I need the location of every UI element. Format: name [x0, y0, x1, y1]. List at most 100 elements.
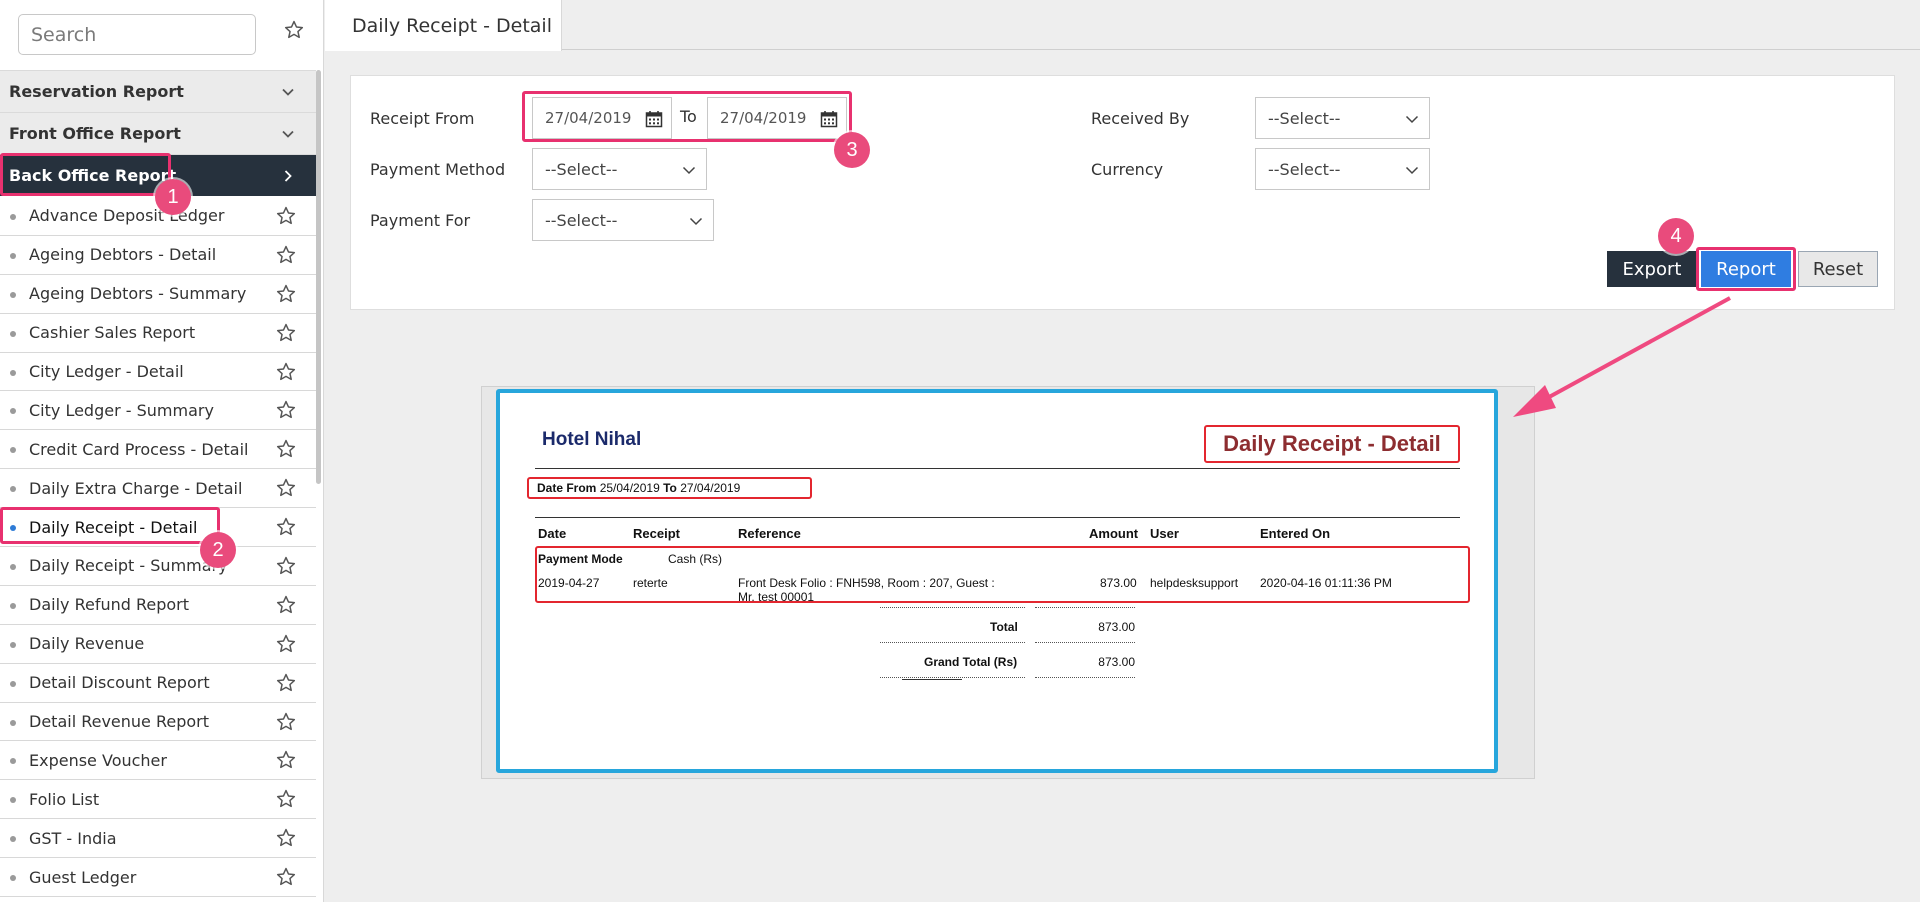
- divider: [1035, 642, 1135, 643]
- tab-daily-receipt-detail[interactable]: Daily Receipt - Detail: [325, 0, 562, 51]
- star-icon[interactable]: [283, 19, 305, 41]
- sidebar-item-credit-card-process-detail[interactable]: Credit Card Process - Detail: [0, 430, 316, 470]
- sidebar-item-ageing-debtors-summary[interactable]: Ageing Debtors - Summary: [0, 275, 316, 314]
- report-title: Daily Receipt - Detail: [1204, 425, 1460, 463]
- sidebar-item-label: Daily Refund Report: [29, 595, 190, 615]
- report-page: Hotel Nihal Daily Receipt - Detail Date …: [496, 389, 1498, 773]
- bullet-icon: [10, 719, 16, 726]
- sidebar-item-daily-receipt-summary[interactable]: Daily Receipt - Summary: [0, 547, 316, 586]
- section-front-office-report[interactable]: Front Office Report: [0, 112, 316, 154]
- highlight-date-range: [522, 91, 852, 142]
- star-icon[interactable]: [275, 205, 297, 227]
- star-icon[interactable]: [275, 361, 297, 383]
- bullet-icon: [10, 836, 16, 843]
- sidebar-item-cashier-sales-report[interactable]: Cashier Sales Report: [0, 314, 316, 353]
- star-icon[interactable]: [275, 438, 297, 460]
- row-receipt: reterte: [633, 576, 668, 590]
- currency-select[interactable]: --Select--: [1255, 148, 1430, 190]
- bullet-icon: [10, 486, 16, 493]
- sidebar-item-label: Ageing Debtors - Detail: [29, 245, 217, 265]
- star-icon[interactable]: [275, 672, 297, 694]
- report-date-to: 27/04/2019: [680, 481, 741, 495]
- bullet-icon: [10, 252, 16, 259]
- bullet-icon: [10, 564, 16, 571]
- bullet-icon: [10, 369, 16, 376]
- star-icon[interactable]: [275, 866, 297, 888]
- step-badge-3: 3: [834, 132, 870, 168]
- bullet-icon: [10, 758, 16, 765]
- sidebar-item-city-ledger-summary[interactable]: City Ledger - Summary: [0, 391, 316, 431]
- reset-button[interactable]: Reset: [1798, 251, 1878, 287]
- page-title: Daily Receipt - Detail: [352, 14, 552, 37]
- bullet-icon: [10, 408, 16, 415]
- grand-total-value: 873.00: [1098, 655, 1135, 669]
- star-icon[interactable]: [275, 555, 297, 577]
- star-icon[interactable]: [275, 633, 297, 655]
- received-by-select[interactable]: --Select--: [1255, 97, 1430, 139]
- chevron-down-icon: [682, 166, 696, 175]
- sidebar-item-detail-discount-report[interactable]: Detail Discount Report: [0, 664, 316, 703]
- sidebar-item-guest-ledger[interactable]: Guest Ledger: [0, 858, 316, 898]
- search-input[interactable]: [18, 14, 256, 55]
- sidebar-item-label: Guest Ledger: [29, 867, 137, 887]
- highlight-back-office-report: [0, 153, 171, 196]
- sidebar-item-label: Daily Revenue: [29, 634, 145, 654]
- col-header-amount: Amount: [1089, 526, 1139, 541]
- col-header-reference: Reference: [738, 526, 801, 541]
- payment-method-select[interactable]: --Select--: [532, 148, 707, 190]
- col-header-receipt: Receipt: [633, 526, 680, 541]
- currency-value: --Select--: [1268, 159, 1341, 179]
- sidebar-item-city-ledger-detail[interactable]: City Ledger - Detail: [0, 353, 316, 392]
- highlight-daily-receipt-detail: [0, 507, 220, 544]
- sidebar-item-expense-voucher[interactable]: Expense Voucher: [0, 741, 316, 781]
- star-icon[interactable]: [275, 322, 297, 344]
- sidebar-item-folio-list[interactable]: Folio List: [0, 780, 316, 820]
- total-value: 873.00: [1098, 620, 1135, 634]
- chevron-down-icon: [689, 217, 703, 226]
- sidebar-item-ageing-debtors-detail[interactable]: Ageing Debtors - Detail: [0, 236, 316, 275]
- date-from-label: Date From: [537, 481, 597, 495]
- star-icon[interactable]: [275, 827, 297, 849]
- bullet-icon: [10, 291, 16, 298]
- payment-for-value: --Select--: [545, 210, 618, 230]
- star-icon[interactable]: [275, 244, 297, 266]
- star-icon[interactable]: [275, 283, 297, 305]
- section-reservation-report[interactable]: Reservation Report: [0, 70, 316, 112]
- sidebar-item-daily-revenue[interactable]: Daily Revenue: [0, 625, 316, 664]
- sidebar-item-gst-india[interactable]: GST - India: [0, 819, 316, 859]
- star-icon[interactable]: [275, 399, 297, 421]
- highlight-report-button: [1696, 247, 1796, 291]
- star-icon[interactable]: [275, 516, 297, 538]
- sidebar-item-detail-revenue-report[interactable]: Detail Revenue Report: [0, 703, 316, 742]
- col-header-date: Date: [538, 526, 567, 541]
- divider: [1035, 607, 1135, 608]
- step-badge-2: 2: [200, 532, 236, 568]
- export-button[interactable]: Export: [1607, 251, 1697, 287]
- star-icon[interactable]: [275, 594, 297, 616]
- sidebar-scrollbar[interactable]: [316, 70, 321, 484]
- payment-for-select[interactable]: --Select--: [532, 199, 714, 241]
- chevron-right-icon: [284, 170, 292, 182]
- bullet-icon: [10, 447, 16, 454]
- row-entered-on: 2020-04-16 01:11:36 PM: [1260, 576, 1392, 590]
- divider: [880, 642, 1025, 643]
- divider: [535, 468, 1460, 469]
- payment-method-value: --Select--: [545, 159, 618, 179]
- sidebar-item-label: Folio List: [29, 789, 100, 809]
- sidebar-item-label: Cashier Sales Report: [29, 323, 196, 343]
- divider: [880, 607, 1025, 608]
- sidebar-item-label: City Ledger - Detail: [29, 362, 184, 381]
- row-user: helpdesksupport: [1150, 576, 1239, 590]
- star-icon[interactable]: [275, 788, 297, 810]
- section-label: Front Office Report: [9, 124, 181, 143]
- sidebar-item-label: Detail Revenue Report: [29, 712, 210, 732]
- sidebar-item-label: Expense Voucher: [29, 750, 167, 770]
- sidebar-item-daily-extra-charge-detail[interactable]: Daily Extra Charge - Detail: [0, 469, 316, 509]
- star-icon[interactable]: [275, 711, 297, 733]
- star-icon[interactable]: [275, 749, 297, 771]
- col-header-entered-on: Entered On: [1260, 526, 1331, 541]
- sidebar-item-label: City Ledger - Summary: [29, 400, 214, 420]
- grand-total-label: Grand Total (Rs): [924, 655, 1018, 669]
- sidebar-item-daily-refund-report[interactable]: Daily Refund Report: [0, 586, 316, 625]
- star-icon[interactable]: [275, 477, 297, 499]
